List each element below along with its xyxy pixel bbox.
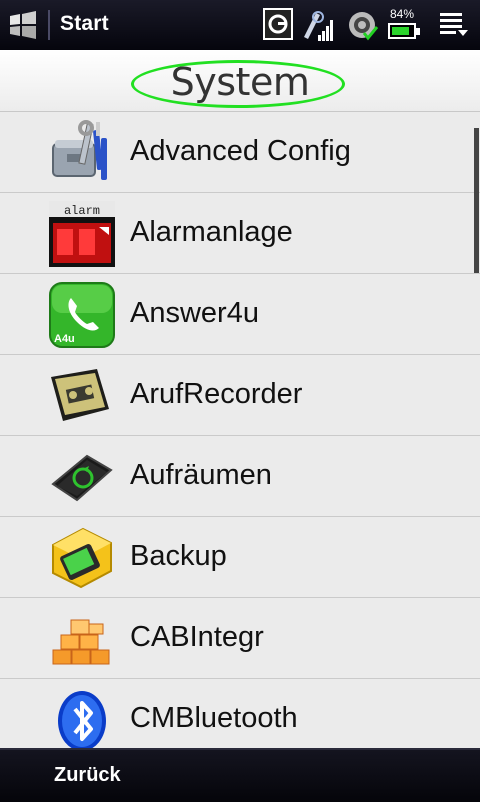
tape-recorder-icon bbox=[51, 369, 109, 421]
list-item-label: Aufräumen bbox=[130, 459, 272, 491]
scrollbar-thumb[interactable] bbox=[474, 128, 479, 273]
signal-strength-icon bbox=[304, 11, 333, 41]
sync-icon bbox=[349, 12, 379, 41]
status-separator bbox=[48, 10, 50, 40]
bottom-softkey-bar: Zurück bbox=[0, 748, 480, 802]
list-item-label: Alarmanlage bbox=[130, 216, 293, 248]
battery-fill bbox=[392, 27, 409, 35]
status-bar: Start 84% bbox=[0, 0, 480, 50]
list-item[interactable]: ArufRecorder bbox=[0, 355, 480, 436]
app-title[interactable]: Start bbox=[60, 12, 109, 36]
battery-icon bbox=[388, 23, 420, 39]
title-highlight-circle bbox=[131, 60, 345, 108]
menu-icon[interactable] bbox=[438, 7, 472, 41]
list-item-label: Backup bbox=[130, 540, 227, 572]
alarm-icon-text: alarm bbox=[64, 204, 100, 218]
list-item[interactable]: CABIntegr bbox=[0, 598, 480, 679]
list-item[interactable]: CMBluetooth bbox=[0, 679, 480, 748]
cab-blocks-icon bbox=[52, 619, 110, 665]
gprs-icon bbox=[263, 8, 293, 40]
list-item[interactable]: Aufräumen bbox=[0, 436, 480, 517]
back-button[interactable]: Zurück bbox=[54, 764, 121, 787]
windows-start-icon[interactable] bbox=[6, 8, 42, 42]
phone-icon: A4u bbox=[49, 282, 115, 348]
list-item-label: ArufRecorder bbox=[130, 378, 303, 410]
memory-cleanup-icon bbox=[51, 454, 113, 502]
list-item[interactable]: alarm Alarmanlage bbox=[0, 193, 480, 274]
alarm-icon: alarm bbox=[49, 201, 115, 267]
section-header: System bbox=[0, 50, 480, 112]
answer4u-icon-text: A4u bbox=[54, 333, 75, 345]
list-item[interactable]: A4u Answer4u bbox=[0, 274, 480, 355]
tools-icon bbox=[52, 120, 107, 180]
app-list[interactable]: Advanced Config alarm Alarmanlage A4u An… bbox=[0, 112, 480, 748]
backup-box-icon bbox=[52, 527, 112, 589]
battery-nub bbox=[416, 28, 420, 35]
bluetooth-icon bbox=[58, 691, 106, 748]
list-item-label: Advanced Config bbox=[130, 135, 351, 167]
battery-percent: 84% bbox=[390, 7, 415, 21]
list-item[interactable]: Advanced Config bbox=[0, 112, 480, 193]
list-item-label: CABIntegr bbox=[130, 621, 264, 653]
list-item-label: Answer4u bbox=[130, 297, 259, 329]
list-item[interactable]: Backup bbox=[0, 517, 480, 598]
list-item-label: CMBluetooth bbox=[130, 702, 298, 734]
